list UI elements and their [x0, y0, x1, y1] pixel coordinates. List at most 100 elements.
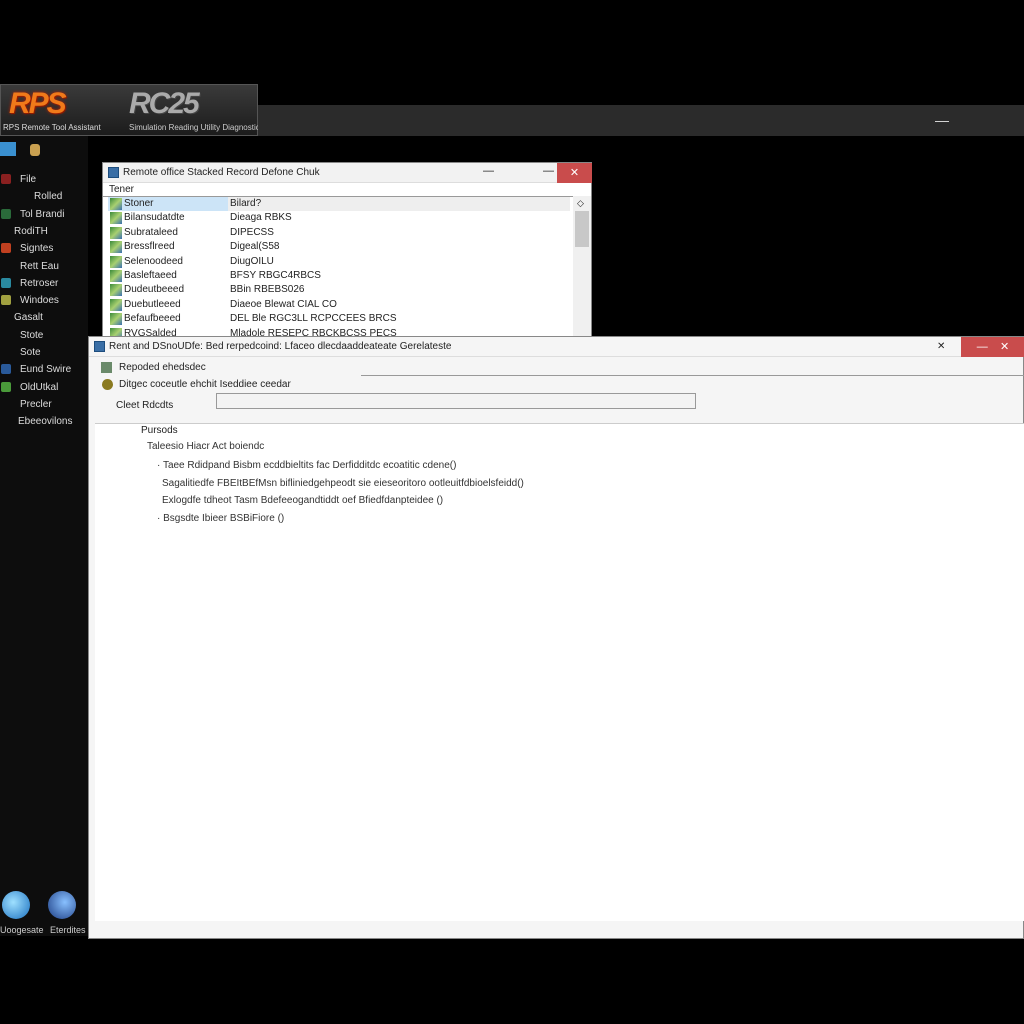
option-diagnostic[interactable]: Ditgec coceutle ehchit Iseddiee ceedar: [119, 379, 291, 390]
sidebar-item-label: Precler: [20, 398, 52, 410]
file-icon: [110, 226, 122, 239]
table-row[interactable]: Befaufbeeed DEL Ble RGC3LL RCPCCEES BRCS: [108, 312, 570, 326]
row-value: BFSY RBGC4RBCS: [230, 270, 321, 281]
sidebar-item-label: Tol Brandi: [20, 208, 65, 220]
sidebar-item[interactable]: Windoes: [0, 293, 88, 310]
sidebar-item-label: Rett Eau: [20, 260, 59, 272]
table-row[interactable]: Bilansudatdte Dieaga RBKS: [108, 211, 570, 225]
result-text: Exlogdfe tdheot Tasm Bdefeeogandtiddt oe…: [162, 495, 444, 506]
main-title-bar: [258, 105, 1024, 136]
sidebar-item-icon: [1, 295, 11, 306]
gear-icon: [102, 379, 113, 390]
scrollbar[interactable]: ◇: [573, 196, 591, 336]
option-report[interactable]: Repoded ehedsdec: [119, 362, 206, 373]
user-icon[interactable]: [30, 144, 40, 156]
maximize-button[interactable]: ✕: [937, 341, 945, 352]
file-icon: [110, 212, 122, 225]
sidebar-item[interactable]: Rolled: [0, 189, 88, 206]
details-window: Rent and DSnoUDfe: Bed rerpedcoind: Lfac…: [88, 336, 1024, 939]
result-text: Sagalitiedfe FBEItBEfMsn bifliniedgehpeo…: [162, 477, 524, 489]
table-row[interactable]: Basleftaeed BFSY RBGC4RBCS: [108, 269, 570, 283]
sidebar-item-label: Sote: [20, 347, 41, 358]
sidebar-item[interactable]: Precler: [0, 397, 88, 414]
banner-subtitle-left: RPS Remote Tool Assistant: [3, 123, 101, 132]
app-icon[interactable]: [0, 142, 16, 156]
sidebar-item-icon: [1, 208, 11, 219]
row-value: Bilard?: [230, 198, 262, 209]
close-button[interactable]: ✕: [557, 163, 592, 183]
sidebar-item[interactable]: Eund Swire: [0, 362, 88, 379]
row-value: Diaeoe Blewat CIAL CO: [230, 298, 337, 310]
row-value: BBin RBEBS026: [230, 284, 305, 296]
field-label: Cleet Rdcdts: [116, 400, 174, 411]
results-panel: Pursods Taleesio Hiacr Act boiendc · Tae…: [95, 423, 1024, 921]
row-name: Dudeutbeeed: [124, 284, 185, 296]
result-text: Taee Rdidpand Bisbm ecddbieltits fac Der…: [162, 460, 457, 471]
row-name: Bressflreed: [124, 241, 175, 253]
client-field[interactable]: [216, 393, 696, 409]
result-line: Sagalitiedfe FBEItBEfMsn bifliniedgehpeo…: [162, 478, 524, 489]
minimize-button[interactable]: —: [483, 165, 494, 177]
records-window: Remote office Stacked Record Defone Chuk…: [102, 162, 592, 340]
sidebar-item-icon: [1, 364, 11, 375]
file-icon: [110, 198, 122, 210]
desktop-icon-label[interactable]: Uoogesate: [0, 925, 44, 935]
result-line: Exlogdfe tdheot Tasm Bdefeeogandtiddt oe…: [162, 495, 443, 506]
rc25-logo: RC25: [129, 87, 200, 120]
sidebar-item-icon: [1, 277, 11, 288]
sidebar-item-label: Stote: [20, 329, 44, 341]
results-heading: Taleesio Hiacr Act boiendc: [147, 441, 265, 452]
result-text: Bsgsdte Ibieer BSBiFiore (): [163, 512, 285, 524]
minimize-button[interactable]: —: [935, 112, 949, 128]
sidebar-item[interactable]: Sote: [0, 345, 88, 362]
sidebar-item[interactable]: RodiTH: [0, 224, 88, 241]
table-row[interactable]: Selenoodeed DiugOILU: [108, 255, 570, 269]
rps-logo: RPS: [9, 87, 67, 120]
row-name: Subrataleed: [124, 226, 178, 238]
close-button[interactable]: — ✕: [961, 337, 1024, 357]
app-banner: RPS RC25 RPS Remote Tool Assistant Simul…: [0, 84, 291, 136]
column-header[interactable]: Tener: [109, 184, 134, 195]
table-row[interactable]: Dudeutbeeed BBin RBEBS026: [108, 283, 570, 297]
sidebar-item[interactable]: OldUtkal: [0, 380, 88, 397]
scroll-thumb[interactable]: [575, 211, 589, 247]
table-row[interactable]: Duebutleeed Diaeoe Blewat CIAL CO: [108, 298, 570, 312]
sidebar-item[interactable]: Signtes: [0, 241, 88, 258]
sidebar-item[interactable]: Stote: [0, 328, 88, 345]
scroll-up-icon[interactable]: ◇: [577, 198, 584, 209]
table-row[interactable]: Stoner Bilard?: [108, 197, 570, 211]
table-row[interactable]: Bressflreed Digeal(S58: [108, 240, 570, 254]
sidebar-item-icon: [1, 174, 11, 184]
window-icon: [94, 341, 105, 352]
file-icon: [110, 241, 122, 254]
file-icon: [110, 270, 122, 282]
table-row[interactable]: Subrataleed DIPECSS: [108, 226, 570, 240]
sidebar-item-label: Signtes: [20, 243, 54, 255]
result-line: · Taee Rdidpand Bisbm ecddbieltits fac D…: [157, 460, 456, 471]
desktop-icon-label[interactable]: Eterdites: [50, 925, 86, 935]
browser-icon[interactable]: [48, 891, 76, 919]
sidebar-item[interactable]: Retroser: [0, 276, 88, 293]
sidebar-item-label: Eund Swire: [20, 364, 72, 376]
sidebar-item-label: RodiTH: [14, 225, 48, 237]
sidebar-item-label: Retroser: [20, 277, 59, 289]
group-label: Pursods: [138, 425, 181, 436]
sidebar-item[interactable]: Rett Eau: [0, 259, 88, 276]
sidebar-item-label: Ebeeovilons: [18, 416, 73, 428]
sidebar-item-label: Windoes: [20, 295, 59, 307]
row-name: Selenoodeed: [124, 255, 183, 267]
restore-button[interactable]: —: [543, 165, 554, 177]
details-window-titlebar: Rent and DSnoUDfe: Bed rerpedcoind: Lfac…: [89, 337, 1024, 357]
sidebar-item[interactable]: Tol Brandi: [0, 207, 88, 224]
row-value: Dieaga RBKS: [230, 212, 292, 224]
sidebar-item[interactable]: Ebeeovilons: [0, 414, 88, 431]
sidebar-item-icon: [1, 381, 11, 392]
result-line: · Bsgsdte Ibieer BSBiFiore (): [157, 513, 284, 524]
report-icon: [101, 362, 112, 373]
sidebar-item[interactable]: File: [0, 172, 88, 189]
sidebar-item[interactable]: Gasalt: [0, 310, 88, 327]
window-icon: [108, 167, 119, 178]
globe-icon[interactable]: [2, 891, 30, 919]
sidebar: File Rolled Tol Brandi RodiTH Signtes Rett Ea…: [0, 136, 88, 936]
file-icon: [110, 313, 122, 326]
